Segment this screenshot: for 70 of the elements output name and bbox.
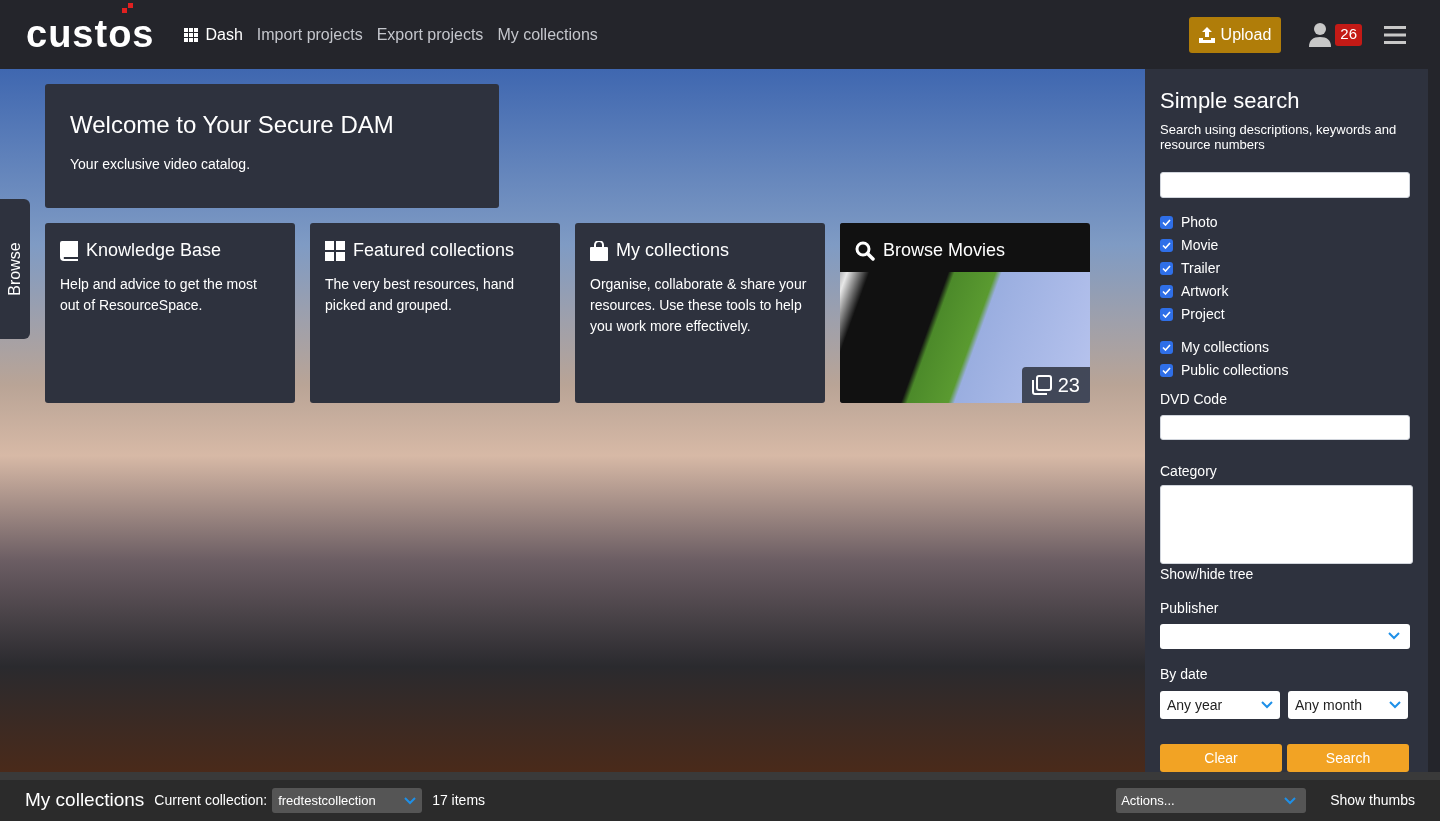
actions-select[interactable]: Actions... (1116, 788, 1307, 813)
checkbox[interactable] (1160, 238, 1173, 252)
tree-toggle-link[interactable]: Show/hide tree (1160, 563, 1413, 585)
checkbox-label: Artwork (1181, 281, 1229, 301)
checkbox-label: Project (1181, 304, 1225, 324)
current-collection-label: Current collection: (154, 791, 268, 810)
checkbox-label: Movie (1181, 235, 1219, 255)
panel-title: Simple search (1160, 87, 1301, 115)
tile-text: Help and advice to get the most out of ResourceSpace. (60, 275, 258, 315)
tile-title: My collections (616, 239, 730, 262)
browse-tab[interactable]: Browse (0, 199, 30, 339)
field-label: DVD Code (1160, 389, 1228, 409)
field-label: Category (1160, 461, 1218, 481)
tile-title: Browse Movies (883, 239, 1006, 262)
checkbox-label: My collections (1181, 337, 1269, 357)
checkbox-label: Trailer (1181, 258, 1221, 278)
field-label: Publisher (1160, 598, 1220, 618)
count-text: 23 (1057, 373, 1080, 398)
upload-icon (1198, 26, 1215, 43)
grid-icon (325, 240, 345, 261)
bar-title: My collections (25, 788, 145, 813)
collection-select[interactable]: fredtestcollection (272, 788, 423, 813)
month-select[interactable]: Any month (1288, 691, 1408, 719)
tile-text: The very best resources, hand picked and grouped. (325, 275, 516, 315)
chevron-down-icon (1261, 701, 1273, 709)
tile-title: Knowledge Base (86, 239, 222, 262)
logo[interactable]: custos (26, 13, 155, 55)
show-thumbs-link[interactable]: Show thumbs (1330, 790, 1415, 811)
chevron-down-icon (1388, 632, 1400, 641)
checkbox[interactable] (1160, 340, 1173, 354)
welcome-title: Welcome to Your Secure DAM (70, 110, 395, 140)
publisher-select[interactable] (1160, 623, 1410, 649)
grid-icon (184, 27, 200, 42)
nav-link[interactable]: Import projects (256, 22, 363, 47)
checkbox[interactable] (1160, 363, 1173, 377)
dash-tile[interactable]: Knowledge Base Help and advice to get the most out of ResourceSpace. (45, 223, 295, 403)
category-field[interactable] (1160, 484, 1413, 564)
book-icon (60, 240, 78, 261)
search-field[interactable] (1160, 171, 1410, 198)
checkbox[interactable] (1160, 307, 1173, 321)
tile-text: Organise, collaborate & share your resources. Use these tools to help you work more effectively. (590, 275, 808, 336)
checkbox[interactable] (1160, 284, 1173, 298)
chevron-down-icon (1284, 796, 1297, 805)
checkbox-label: Photo (1181, 212, 1218, 232)
nav-link[interactable]: Export projects (376, 22, 484, 47)
item-count: 17 items (432, 791, 486, 810)
logo-squares-icon (122, 3, 134, 14)
dash-tile[interactable]: Featured collections The very best resources, hand picked and grouped. (310, 223, 560, 403)
nav-link[interactable]: My collections (497, 22, 598, 47)
checkbox-label: Public collections (1181, 360, 1289, 380)
dvd-code-field[interactable] (1160, 414, 1410, 440)
year-select[interactable]: Any year (1160, 691, 1280, 719)
nav-link[interactable]: Dash (184, 22, 243, 47)
checkbox[interactable] (1160, 215, 1173, 229)
copies-icon (1031, 375, 1052, 395)
notification-badge: 26 (1335, 23, 1362, 46)
menu-icon[interactable] (1384, 25, 1406, 44)
search-icon (855, 240, 875, 261)
chevron-down-icon (1389, 701, 1401, 709)
chevron-down-icon (404, 796, 417, 805)
shopping-bag-icon (590, 240, 608, 261)
panel-subtitle: Search using descriptions, keywords and resource numbers (1160, 121, 1398, 152)
welcome-text: Your exclusive video catalog. (70, 155, 252, 174)
tile-title: Featured collections (353, 239, 515, 262)
user-icon[interactable] (1309, 22, 1332, 47)
upload-button[interactable]: Upload (1188, 16, 1282, 53)
checkbox[interactable] (1160, 261, 1173, 275)
field-label: By date (1160, 665, 1209, 684)
dash-tile[interactable]: My collections Organise, collaborate & share your resources. Use these tools to help you work more effectively. (575, 223, 825, 403)
preview-tile[interactable]: Browse Movies 23 (840, 223, 1090, 403)
